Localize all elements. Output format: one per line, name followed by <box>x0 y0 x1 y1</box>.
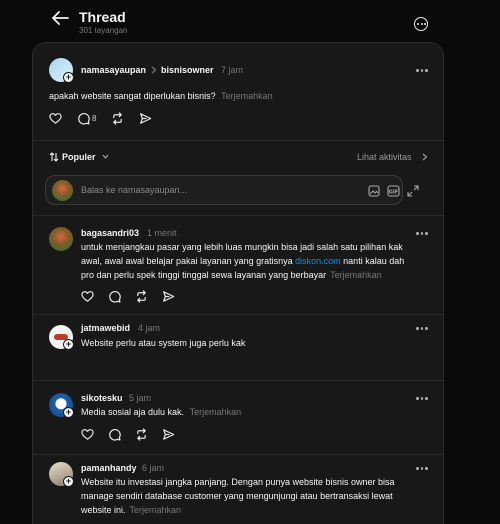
reply-count: 8 <box>92 114 97 123</box>
chevron-right-icon <box>151 66 157 74</box>
translate-link[interactable]: Terjemahkan <box>130 505 182 515</box>
avatar[interactable] <box>49 227 73 251</box>
reply-time: 5 jam <box>129 393 152 403</box>
share-icon[interactable] <box>162 290 175 303</box>
share-icon[interactable] <box>139 112 152 125</box>
reply-text-part: website ini. <box>81 505 126 515</box>
view-count: 301 tayangan <box>79 26 128 35</box>
sort-icon <box>49 152 59 162</box>
reply-text-part: pro dan perlu spek tinggi tinggal sewa l… <box>81 270 327 280</box>
post-actions: 8 <box>49 112 169 126</box>
plus-icon[interactable]: + <box>63 407 74 418</box>
divider <box>33 314 443 315</box>
repost-icon[interactable] <box>135 290 148 303</box>
reply-line: manage sendiri database customer yang me… <box>81 491 393 501</box>
repost-icon[interactable] <box>135 428 148 441</box>
divider <box>33 215 443 216</box>
gif-icon[interactable]: GIF <box>387 185 400 197</box>
view-activity-link[interactable]: Lihat aktivitas <box>357 152 412 162</box>
reply-actions <box>81 428 201 442</box>
image-icon[interactable] <box>368 185 380 197</box>
comment-icon[interactable] <box>108 428 121 441</box>
translate-link[interactable]: Terjemahkan <box>330 270 382 280</box>
reply-line: pro dan perlu spek tinggi tinggal sewa l… <box>81 268 436 282</box>
reply-author[interactable]: jatmawebid <box>81 323 130 333</box>
reply-text-part: awal, awal awal belajar pakai layanan ya… <box>81 256 296 266</box>
reply-time: 6 jam <box>142 463 165 473</box>
thread-panel: + namasayaupan bisnisowner 7 jam apakah … <box>32 42 444 524</box>
translate-link[interactable]: Terjemahkan <box>221 91 273 101</box>
reply-text: Website perlu atau system juga perlu kak <box>81 338 246 348</box>
more-icon[interactable] <box>415 397 429 401</box>
reply-author[interactable]: pamanhandy <box>81 463 137 473</box>
reply-line: untuk menjangkau pasar yang lebih luas m… <box>81 242 403 252</box>
expand-icon[interactable] <box>407 185 419 197</box>
reply-text-content: Media sosial aja dulu kak. <box>81 407 185 417</box>
top-bar: Thread 301 tayangan <box>0 0 500 42</box>
repost-icon[interactable] <box>111 112 124 125</box>
divider <box>33 140 443 141</box>
heart-icon[interactable] <box>81 428 94 441</box>
post-time: 7 jam <box>221 65 244 75</box>
reply-line: website ini. Terjemahkan <box>81 503 436 517</box>
reply-actions <box>81 290 201 304</box>
reply-author[interactable]: bagasandri03 <box>81 228 139 238</box>
comment-icon[interactable] <box>77 112 90 125</box>
chevron-right-icon[interactable] <box>422 153 428 161</box>
translate-link[interactable]: Terjemahkan <box>190 407 242 417</box>
page-title: Thread <box>79 9 126 25</box>
reply-author[interactable]: sikotesku <box>81 393 123 403</box>
reply-line: Website itu investasi jangka panjang. De… <box>81 477 395 487</box>
post-author[interactable]: namasayaupan <box>81 65 146 75</box>
avatar <box>52 180 73 201</box>
reply-composer[interactable]: Balas ke namasayaupan... GIF <box>45 175 419 205</box>
reply-time: 1 menit <box>147 228 177 238</box>
reply-link[interactable]: diskon.com <box>295 256 341 266</box>
more-icon[interactable] <box>415 327 429 331</box>
comment-icon[interactable] <box>108 290 121 303</box>
reply-text-part: nanti kalau dah <box>340 256 405 266</box>
sort-bar: Populer Lihat aktivitas <box>33 143 443 171</box>
reply-input[interactable]: Balas ke namasayaupan... <box>81 185 187 195</box>
reply-text: untuk menjangkau pasar yang lebih luas m… <box>81 240 436 282</box>
plus-icon[interactable]: + <box>63 72 74 83</box>
heart-icon[interactable] <box>81 290 94 303</box>
reply-line: awal, awal awal belajar pakai layanan ya… <box>81 254 436 268</box>
more-circle-icon[interactable] <box>414 17 428 31</box>
svg-text:GIF: GIF <box>389 190 398 196</box>
sort-dropdown[interactable]: Populer <box>62 152 96 162</box>
reply-text: Media sosial aja dulu kak. Terjemahkan <box>81 405 241 419</box>
back-arrow-icon[interactable] <box>50 10 70 26</box>
more-icon[interactable] <box>415 467 429 471</box>
share-icon[interactable] <box>162 428 175 441</box>
post-text-content: apakah website sangat diperlukan bisnis? <box>49 91 216 101</box>
heart-icon[interactable] <box>49 112 62 125</box>
reply-time: 4 jam <box>138 323 161 333</box>
divider <box>33 380 443 381</box>
reply-to-user[interactable]: bisnisowner <box>161 65 214 75</box>
plus-icon[interactable]: + <box>63 339 74 350</box>
more-icon[interactable] <box>415 232 429 236</box>
reply-text: Website itu investasi jangka panjang. De… <box>81 475 436 517</box>
chevron-down-icon[interactable] <box>102 154 109 159</box>
more-icon[interactable] <box>415 69 429 73</box>
post-text: apakah website sangat diperlukan bisnis?… <box>49 89 273 103</box>
plus-icon[interactable]: + <box>63 476 74 487</box>
divider <box>33 454 443 455</box>
